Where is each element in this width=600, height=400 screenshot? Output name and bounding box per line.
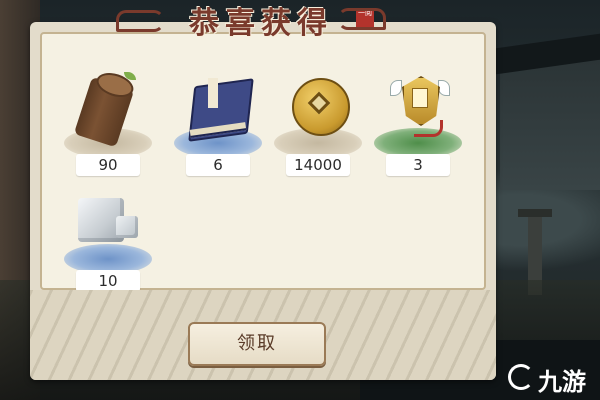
copper-coin-icon — [284, 68, 352, 140]
reward-item-coin[interactable]: 14000 — [270, 64, 366, 182]
background-building — [500, 60, 600, 190]
item-count: 10 — [76, 270, 140, 292]
jiuyou-logo-icon — [508, 364, 534, 390]
reward-item-wood[interactable]: 90 — [60, 64, 156, 182]
stone-block-icon — [74, 184, 142, 256]
cloud-ornament-icon — [116, 10, 164, 32]
watermark-text: 九游 — [538, 368, 586, 396]
reward-item-book[interactable]: 6 — [170, 64, 266, 182]
watermark: 九游 — [508, 362, 598, 396]
reward-dialog: 90 6 14000 3 10 领取 — [30, 22, 496, 380]
dialog-title-banner: 恭喜获得 一阅 — [116, 0, 386, 42]
golden-token-icon — [384, 68, 452, 140]
item-count: 6 — [186, 154, 250, 176]
wood-log-icon — [73, 68, 142, 148]
item-count: 3 — [386, 154, 450, 176]
skill-book-icon — [184, 68, 254, 142]
claim-button[interactable]: 领取 — [188, 322, 326, 366]
reward-panel: 90 6 14000 3 10 — [40, 32, 486, 292]
dialog-title: 恭喜获得 — [189, 6, 333, 41]
item-count: 90 — [76, 154, 140, 176]
item-count: 14000 — [286, 154, 350, 176]
cloud-ornament-icon — [338, 8, 386, 30]
reward-item-stone[interactable]: 10 — [60, 180, 156, 298]
reward-item-token[interactable]: 3 — [370, 64, 466, 182]
